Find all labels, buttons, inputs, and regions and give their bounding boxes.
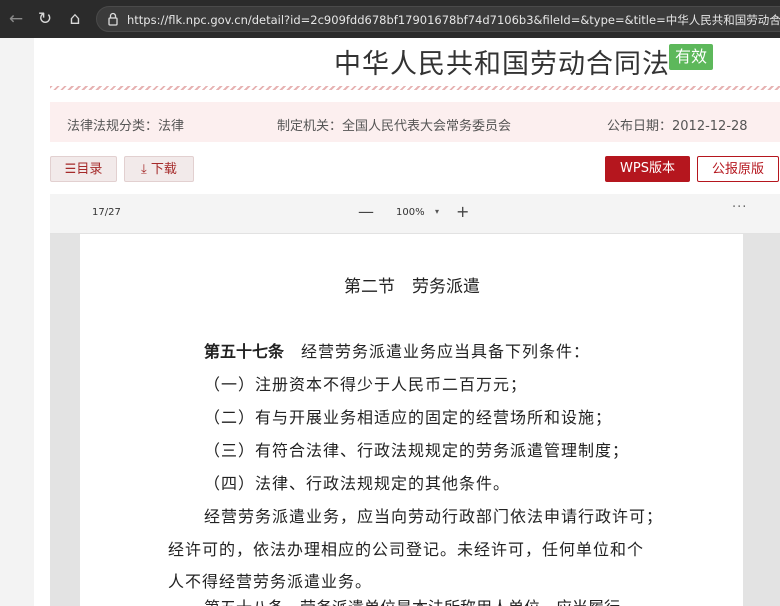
home-icon[interactable]: ⌂: [65, 9, 85, 29]
zoom-in-button[interactable]: +: [456, 202, 469, 221]
metadata-bar: 法律法规分类：法律 制定机关：全国人民代表大会常务委员会 公布日期：2012-1…: [50, 102, 780, 142]
article-57-text: 经营劳务派遣业务应当具备下列条件：: [284, 342, 591, 361]
article-57-item-3: （三）有符合法律、行政法规规定的劳务派遣管理制度；: [204, 441, 630, 460]
zoom-out-button[interactable]: —: [358, 202, 374, 221]
download-button[interactable]: ⤓ 下载: [124, 156, 194, 182]
more-options-icon[interactable]: ···: [732, 200, 747, 215]
page: 中华人民共和国劳动合同法 有效 法律法规分类：法律 制定机关：全国人民代表大会常…: [0, 38, 780, 606]
wps-version-button[interactable]: WPS版本: [605, 156, 690, 182]
status-badge: 有效: [669, 44, 714, 70]
article-57-item-4: （四）法律、行政法规规定的其他条件。: [204, 474, 511, 493]
article-58-partial-line: 第五十八条 劳务派遣单位是本法所称用人单位，应当履行: [204, 594, 620, 606]
zoom-level-select[interactable]: 100%: [396, 207, 425, 218]
gazette-original-button[interactable]: 公报原版: [697, 156, 779, 182]
address-overflow-text: ca: [773, 12, 780, 25]
toc-button[interactable]: ☰目录: [50, 156, 117, 182]
article-57-item-1: （一）注册资本不得少于人民币二百万元；: [204, 375, 528, 394]
pdf-page: 第二节 劳务派遣 第五十七条 经营劳务派遣业务应当具备下列条件： （一）注册资本…: [80, 234, 743, 606]
paragraph-line-2: 经许可的，依法办理相应的公司登记。未经许可，任何单位和个: [168, 540, 645, 559]
paragraph-line-1: 经营劳务派遣业务，应当向劳动行政部门依法申请行政许可；: [204, 507, 664, 526]
address-bar[interactable]: https://flk.npc.gov.cn/detail?id=2c909fd…: [96, 6, 780, 32]
category-text: 法律法规分类：法律: [67, 119, 185, 134]
issuer-text: 制定机关：全国人民代表大会常务委员会: [277, 119, 512, 134]
lock-icon: [108, 12, 118, 26]
reload-icon[interactable]: ↻: [35, 9, 55, 29]
pdf-viewer-canvas[interactable]: 第二节 劳务派遣 第五十七条 经营劳务派遣业务应当具备下列条件： （一）注册资本…: [50, 234, 780, 606]
article-57-heading: 第五十七条: [204, 342, 285, 361]
article-57-item-2: （二）有与开展业务相适应的固定的经营场所和设施；: [204, 408, 613, 427]
publish-date-text: 公布日期：2012-12-28: [607, 119, 748, 134]
paragraph-line-3: 人不得经营劳务派遣业务。: [168, 572, 373, 591]
url-text[interactable]: https://flk.npc.gov.cn/detail?id=2c909fd…: [127, 12, 780, 28]
back-arrow-icon[interactable]: ←: [6, 9, 26, 29]
browser-toolbar: ← ↻ ⌂ https://flk.npc.gov.cn/detail?id=2…: [0, 0, 780, 38]
section-heading: 第二节 劳务派遣: [344, 277, 480, 297]
decorative-divider: [50, 86, 780, 90]
content-card: 中华人民共和国劳动合同法 有效 法律法规分类：法律 制定机关：全国人民代表大会常…: [34, 38, 780, 606]
article-57-line: 第五十七条 经营劳务派遣业务应当具备下列条件：: [204, 338, 590, 362]
pdf-viewer-toolbar: 17/27 — 100% ▾ + ···: [50, 194, 780, 234]
page-title: 中华人民共和国劳动合同法: [334, 49, 670, 80]
page-counter: 17/27: [92, 207, 121, 218]
chevron-down-icon[interactable]: ▾: [435, 207, 439, 216]
